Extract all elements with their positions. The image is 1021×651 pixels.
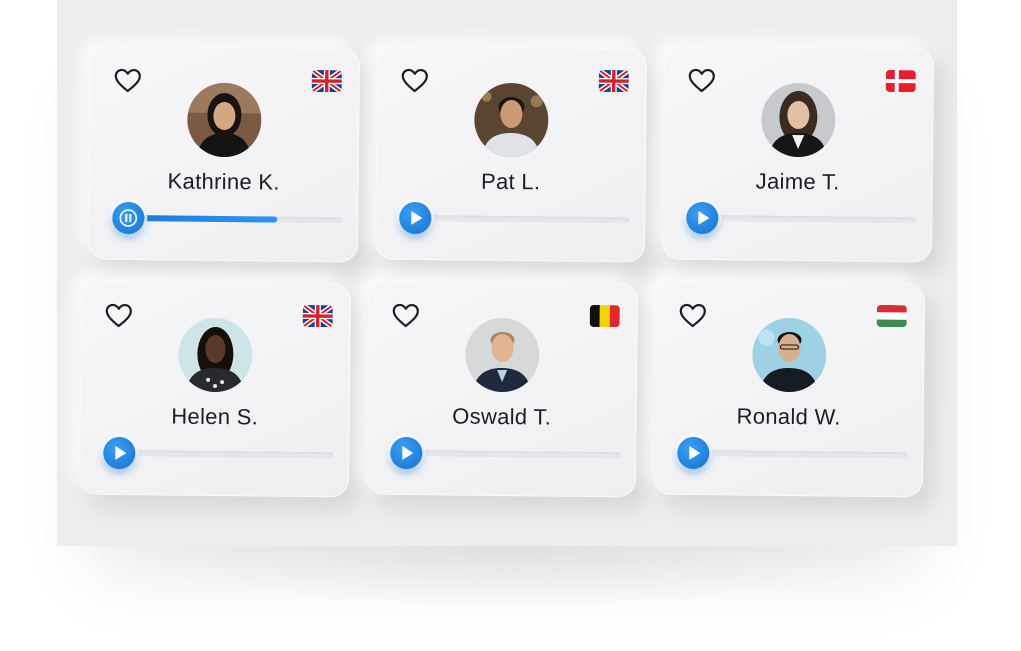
heart-icon[interactable]: [401, 68, 429, 94]
audio-progress-track[interactable]: [115, 449, 334, 459]
avatar: [473, 82, 549, 158]
avatar: [751, 317, 827, 393]
person-name: Pat L.: [480, 168, 541, 195]
audio-progress-track[interactable]: [689, 449, 908, 459]
voice-card: Oswald T.: [365, 280, 639, 498]
voice-card: Kathrine K.: [87, 45, 361, 263]
play-button[interactable]: [686, 201, 719, 235]
belgium-flag: [589, 304, 620, 328]
audio-progress-track[interactable]: [411, 214, 630, 224]
audio-progress-track[interactable]: [124, 214, 343, 224]
voice-card: Jaime T.: [661, 45, 935, 263]
avatar: [177, 317, 253, 393]
play-icon: [115, 446, 126, 460]
heart-icon[interactable]: [105, 303, 133, 329]
person-name: Ronald W.: [736, 403, 841, 430]
voice-card: Pat L.: [374, 45, 648, 263]
audio-progress-track[interactable]: [402, 449, 621, 459]
voice-card-panel: Kathrine K. Pat L. Jaime T. Helen S. Osw…: [57, 0, 957, 546]
play-icon: [698, 211, 709, 225]
play-icon: [689, 446, 700, 460]
voice-card: Ronald W.: [652, 280, 926, 498]
hungary-flag: [876, 304, 907, 328]
person-name: Kathrine K.: [167, 168, 280, 195]
uk-flag: [311, 69, 342, 93]
heart-icon[interactable]: [114, 68, 142, 94]
denmark-flag: [885, 69, 916, 93]
avatar: [186, 82, 262, 158]
heart-icon[interactable]: [688, 68, 716, 94]
audio-progress-track[interactable]: [698, 214, 917, 224]
person-name: Jaime T.: [755, 168, 840, 195]
heart-icon[interactable]: [679, 303, 707, 329]
audio-progress-fill: [124, 214, 277, 223]
pause-button[interactable]: [112, 201, 145, 235]
heart-icon[interactable]: [392, 303, 420, 329]
avatar: [760, 82, 836, 158]
play-button[interactable]: [390, 436, 423, 470]
uk-flag: [302, 304, 333, 328]
play-button[interactable]: [677, 436, 710, 470]
uk-flag: [598, 69, 629, 93]
pause-icon: [119, 209, 138, 227]
play-icon: [411, 211, 422, 225]
play-icon: [402, 446, 413, 460]
voice-card: Helen S.: [78, 280, 352, 498]
person-name: Oswald T.: [452, 403, 552, 430]
play-button[interactable]: [103, 436, 136, 470]
person-name: Helen S.: [171, 403, 259, 430]
panel-shadow: [90, 540, 930, 610]
avatar: [464, 317, 540, 393]
play-button[interactable]: [399, 201, 432, 235]
